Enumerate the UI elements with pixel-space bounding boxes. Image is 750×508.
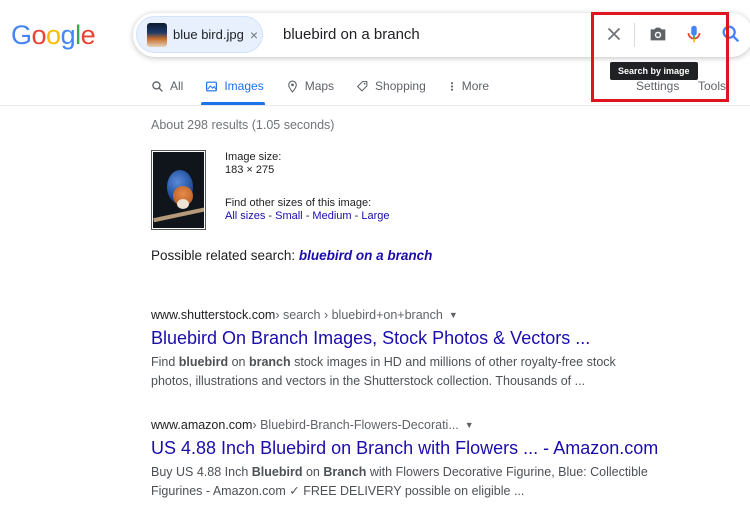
query-image-thumbnail[interactable]: [151, 150, 206, 230]
chip-close-icon[interactable]: ×: [250, 27, 258, 43]
other-sizes-label: Find other sizes of this image:: [225, 197, 372, 209]
more-vert-icon: [450, 81, 453, 91]
image-chip-label: blue bird.jpg: [173, 27, 244, 42]
result-title[interactable]: US 4.88 Inch Bluebird on Branch with Flo…: [151, 438, 711, 459]
image-size-value: 183 × 275: [225, 164, 275, 176]
bird-belly-shape: [177, 199, 189, 209]
search-tabs: All Images Maps Shopping More: [151, 78, 511, 94]
annotation-highlight-box: [591, 12, 729, 102]
related-search-link[interactable]: bluebird on a branch: [299, 248, 433, 263]
search-icon: [152, 80, 163, 92]
map-pin-icon: [287, 80, 297, 93]
tab-label: Maps: [304, 79, 335, 93]
result-snippet: Find bluebird on branch stock images in …: [151, 355, 616, 388]
tab-label: All: [170, 79, 184, 93]
image-icon: [206, 81, 218, 91]
tab-label: Images: [224, 79, 264, 93]
result-path: › Bluebird-Branch-Flowers-Decorati...: [252, 418, 459, 432]
google-logo[interactable]: G o o g l e: [11, 20, 96, 51]
logo-letter: g: [60, 20, 76, 50]
other-sizes: Find other sizes of this image: All size…: [225, 197, 389, 223]
size-link-all[interactable]: All sizes: [225, 210, 265, 222]
caret-down-icon[interactable]: ▼: [449, 310, 458, 320]
logo-letter: o: [31, 20, 47, 50]
image-chip-thumbnail: [147, 22, 167, 47]
header-divider: [0, 105, 750, 106]
tab-label: Shopping: [375, 79, 426, 93]
search-input[interactable]: bluebird on a branch: [283, 26, 420, 43]
result-domain: www.amazon.com: [151, 418, 253, 432]
tag-icon: [356, 80, 368, 92]
result-stats: About 298 results (1.05 seconds): [151, 118, 335, 132]
size-link-medium[interactable]: Medium: [312, 210, 351, 222]
size-links: All sizes - Small - Medium - Large: [225, 210, 390, 222]
result-title[interactable]: Bluebird On Branch Images, Stock Photos …: [151, 328, 711, 349]
tab-label: More: [461, 79, 490, 93]
logo-letter: G: [11, 20, 32, 50]
tab-images[interactable]: Images: [205, 78, 264, 94]
size-link-small[interactable]: Small: [275, 210, 303, 222]
tab-all[interactable]: All: [151, 78, 183, 94]
logo-letter: e: [80, 20, 96, 50]
size-link-large[interactable]: Large: [361, 210, 389, 222]
logo-letter: o: [46, 20, 61, 50]
result-url[interactable]: www.amazon.com › Bluebird-Branch-Flowers…: [151, 418, 711, 432]
result-path: › search › bluebird+on+branch: [275, 308, 443, 322]
result-domain: www.shutterstock.com: [151, 308, 276, 322]
image-size-info: Image size: 183 × 275: [225, 151, 281, 177]
result-snippet: Buy US 4.88 Inch Bluebird on Branch with…: [151, 465, 648, 498]
related-search-prefix: Possible related search:: [151, 248, 299, 263]
image-size-label: Image size:: [225, 151, 282, 163]
tab-shopping[interactable]: Shopping: [356, 78, 426, 94]
tab-maps[interactable]: Maps: [286, 78, 334, 94]
result-url[interactable]: www.shutterstock.com › search › bluebird…: [151, 308, 711, 322]
image-chip[interactable]: blue bird.jpg ×: [136, 16, 263, 53]
search-result: www.amazon.com › Bluebird-Branch-Flowers…: [151, 418, 711, 501]
related-search: Possible related search: bluebird on a b…: [151, 248, 432, 263]
bluebird-image: [153, 152, 204, 228]
caret-down-icon[interactable]: ▼: [465, 420, 474, 430]
tab-more[interactable]: More: [448, 78, 489, 94]
search-result: www.shutterstock.com › search › bluebird…: [151, 308, 711, 391]
branch-shape: [153, 205, 204, 223]
